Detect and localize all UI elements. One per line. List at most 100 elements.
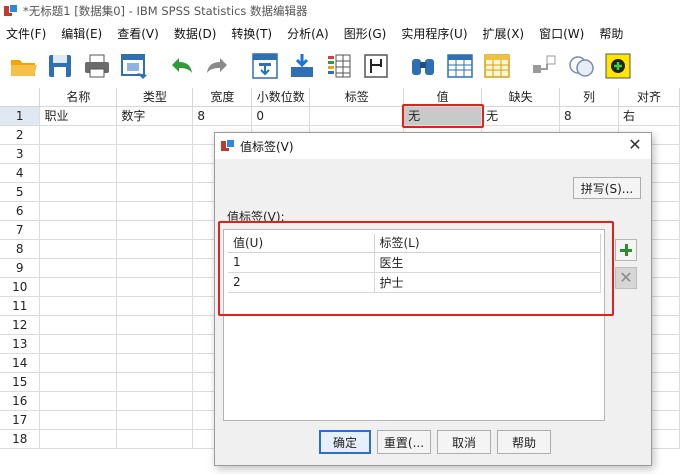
grid-cell[interactable] bbox=[39, 125, 118, 145]
column-header[interactable]: 宽度 bbox=[192, 88, 253, 107]
grid-cell[interactable] bbox=[39, 277, 118, 297]
menu-item[interactable]: 分析(A) bbox=[281, 25, 338, 42]
grid-cell[interactable] bbox=[39, 353, 118, 373]
row-number[interactable]: 14 bbox=[0, 353, 41, 373]
grid-cell[interactable] bbox=[116, 315, 194, 335]
column-header[interactable]: 缺失 bbox=[481, 88, 561, 107]
grid-cell[interactable] bbox=[39, 296, 118, 316]
grid-corner[interactable] bbox=[0, 88, 41, 107]
grid-cell[interactable] bbox=[116, 410, 194, 430]
grid-cell[interactable] bbox=[39, 201, 118, 221]
menu-item[interactable]: 转换(T) bbox=[225, 25, 281, 42]
grid-cell[interactable] bbox=[116, 296, 194, 316]
open-folder-icon[interactable] bbox=[8, 51, 38, 81]
value-labels-list[interactable]: 值(U) 标签(L) 1 医生 2 护士 bbox=[223, 229, 605, 421]
grid-cell[interactable] bbox=[39, 144, 118, 164]
grid-cell[interactable] bbox=[309, 106, 405, 126]
goto-variable-icon[interactable] bbox=[287, 51, 317, 81]
grid-cell[interactable] bbox=[39, 429, 118, 449]
goto-case-icon[interactable] bbox=[250, 51, 280, 81]
row-number[interactable]: 16 bbox=[0, 391, 41, 411]
menu-item[interactable]: 帮助 bbox=[593, 25, 632, 42]
grid-cell[interactable]: 无 bbox=[481, 106, 561, 126]
grid-cell[interactable] bbox=[39, 391, 118, 411]
label-cell[interactable]: 医生 bbox=[374, 252, 601, 273]
grid-cell[interactable] bbox=[39, 372, 118, 392]
column-header[interactable]: 列 bbox=[559, 88, 619, 107]
row-number[interactable]: 2 bbox=[0, 125, 41, 145]
grid-cell[interactable] bbox=[116, 334, 194, 354]
row-number[interactable]: 8 bbox=[0, 239, 41, 259]
menu-item[interactable]: 数据(D) bbox=[168, 25, 226, 42]
row-number[interactable]: 4 bbox=[0, 163, 41, 183]
close-icon[interactable]: ✕ bbox=[627, 137, 643, 153]
menu-item[interactable]: 编辑(E) bbox=[55, 25, 111, 42]
menu-item[interactable]: 扩展(X) bbox=[477, 25, 534, 42]
row-number[interactable]: 10 bbox=[0, 277, 41, 297]
menu-item[interactable]: 实用程序(U) bbox=[395, 25, 476, 42]
grid-cell[interactable] bbox=[116, 220, 194, 240]
run-descriptive-icon[interactable] bbox=[361, 51, 391, 81]
value-cell[interactable]: 2 bbox=[228, 272, 375, 293]
list-item[interactable]: 1 医生 bbox=[228, 252, 601, 273]
undo-icon[interactable] bbox=[166, 51, 196, 81]
grid-cell[interactable]: 职业 bbox=[39, 106, 118, 126]
row-number[interactable]: 9 bbox=[0, 258, 41, 278]
grid-cell[interactable]: 数字 bbox=[116, 106, 194, 126]
grid-cell[interactable] bbox=[39, 410, 118, 430]
grid-cell[interactable] bbox=[39, 182, 118, 202]
grid-cell[interactable]: 8 bbox=[192, 106, 253, 126]
row-number[interactable]: 13 bbox=[0, 334, 41, 354]
insert-cases-icon[interactable] bbox=[445, 51, 475, 81]
row-number[interactable]: 3 bbox=[0, 144, 41, 164]
menu-item[interactable]: 图形(G) bbox=[338, 25, 396, 42]
grid-cell[interactable] bbox=[116, 163, 194, 183]
use-sets-icon[interactable] bbox=[603, 51, 633, 81]
grid-cell[interactable] bbox=[39, 334, 118, 354]
grid-cell[interactable] bbox=[116, 429, 194, 449]
plus-icon[interactable] bbox=[615, 239, 637, 261]
cancel-button[interactable]: 取消 bbox=[437, 430, 491, 454]
column-header[interactable]: 小数位数 bbox=[251, 88, 311, 107]
grid-cell[interactable] bbox=[116, 372, 194, 392]
print-icon[interactable] bbox=[82, 51, 112, 81]
grid-cell[interactable] bbox=[39, 163, 118, 183]
grid-cell[interactable] bbox=[39, 220, 118, 240]
row-number[interactable]: 18 bbox=[0, 429, 41, 449]
column-header[interactable]: 类型 bbox=[116, 88, 194, 107]
grid-cell[interactable] bbox=[116, 391, 194, 411]
find-icon[interactable] bbox=[408, 51, 438, 81]
column-header[interactable]: 名称 bbox=[39, 88, 118, 107]
grid-cell[interactable]: 无 bbox=[403, 106, 483, 126]
split-file-icon[interactable] bbox=[529, 51, 559, 81]
weight-cases-icon[interactable] bbox=[566, 51, 596, 81]
variables-icon[interactable] bbox=[324, 51, 354, 81]
grid-cell[interactable] bbox=[116, 258, 194, 278]
grid-cell[interactable] bbox=[39, 258, 118, 278]
reset-button[interactable]: 重置(... bbox=[377, 430, 431, 454]
column-header[interactable]: 对齐 bbox=[618, 88, 680, 107]
grid-cell[interactable] bbox=[116, 182, 194, 202]
save-icon[interactable] bbox=[45, 51, 75, 81]
menu-item[interactable]: 查看(V) bbox=[111, 25, 168, 42]
row-number[interactable]: 6 bbox=[0, 201, 41, 221]
grid-cell[interactable] bbox=[39, 315, 118, 335]
grid-cell[interactable] bbox=[116, 125, 194, 145]
row-number[interactable]: 7 bbox=[0, 220, 41, 240]
grid-cell[interactable] bbox=[116, 277, 194, 297]
ok-button[interactable]: 确定 bbox=[319, 430, 371, 454]
grid-cell[interactable]: 0 bbox=[251, 106, 311, 126]
row-number[interactable]: 17 bbox=[0, 410, 41, 430]
column-header[interactable]: 标签 bbox=[309, 88, 405, 107]
dialog-recall-icon[interactable] bbox=[119, 51, 149, 81]
grid-cell[interactable] bbox=[116, 144, 194, 164]
redo-icon[interactable] bbox=[203, 51, 233, 81]
label-column-header[interactable]: 标签(L) bbox=[374, 234, 601, 253]
grid-cell[interactable] bbox=[39, 239, 118, 259]
grid-cell[interactable]: 8 bbox=[559, 106, 619, 126]
grid-cell[interactable] bbox=[116, 239, 194, 259]
delete-x-icon[interactable]: ✕ bbox=[615, 267, 637, 289]
help-button[interactable]: 帮助 bbox=[497, 430, 551, 454]
row-number[interactable]: 12 bbox=[0, 315, 41, 335]
column-header[interactable]: 值 bbox=[403, 88, 483, 107]
